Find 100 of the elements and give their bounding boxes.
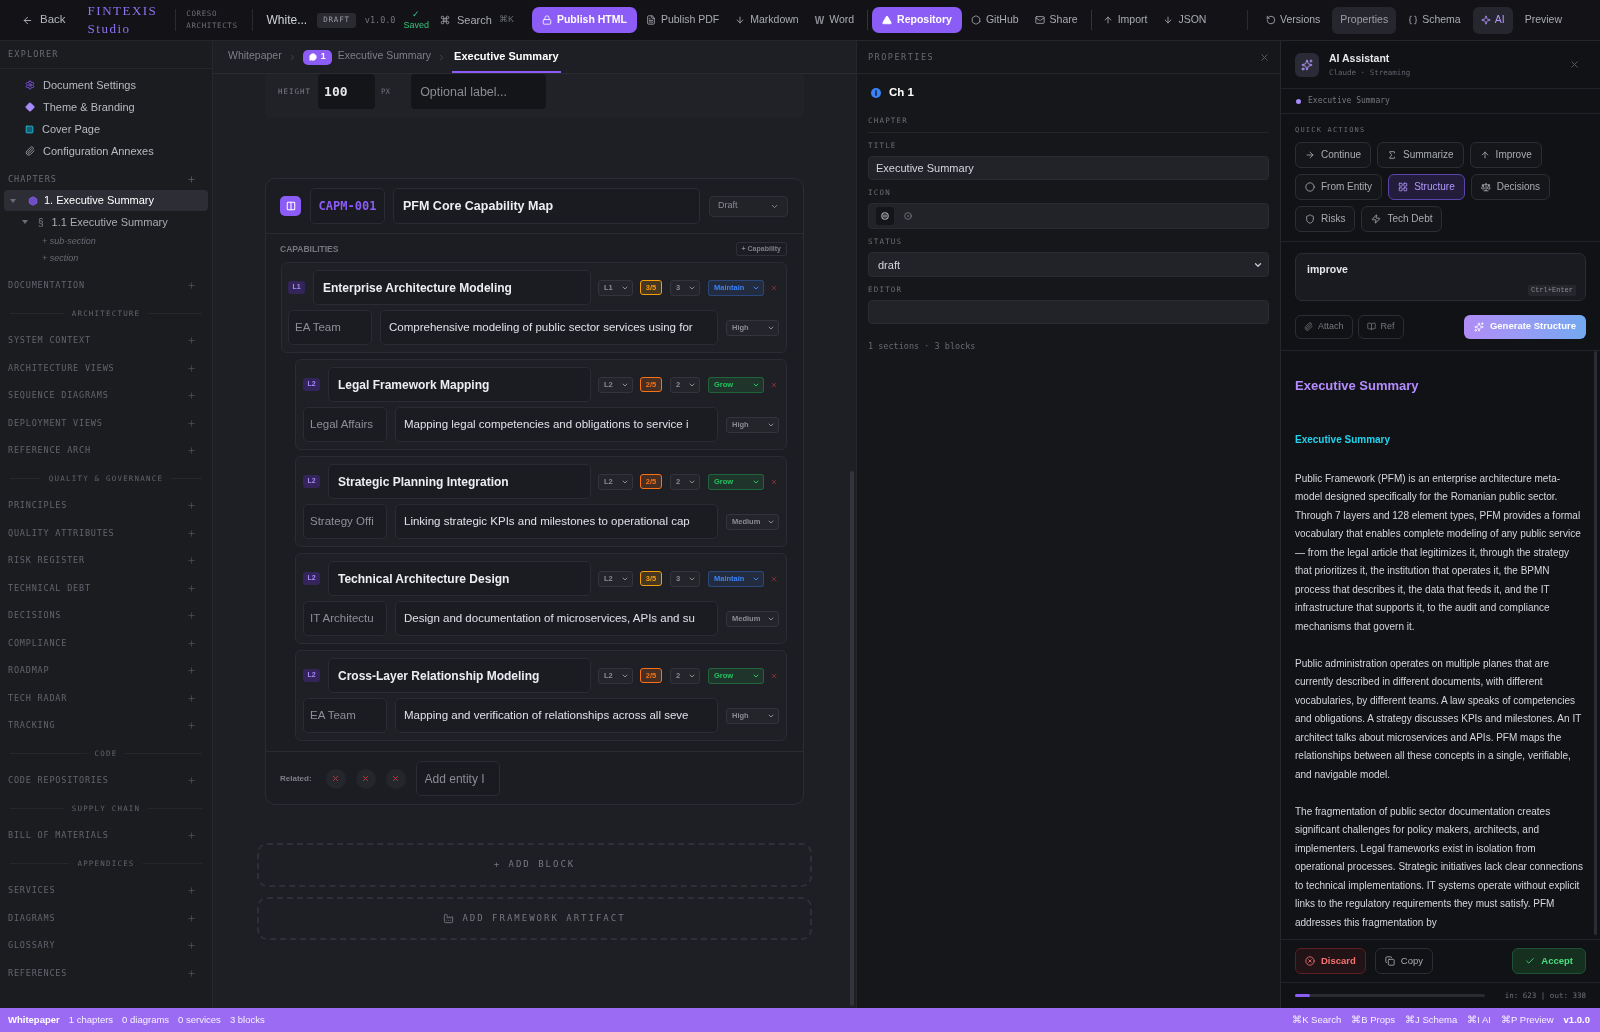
category-label[interactable]: SEQUENCE DIAGRAMS <box>8 389 109 403</box>
owner-field[interactable]: Strategy Offi <box>303 504 387 539</box>
category-label[interactable]: ROADMAP <box>8 664 50 678</box>
add-artifact-button[interactable]: ADD FRAMEWORK ARTIFACT <box>257 897 812 940</box>
category-label[interactable]: DIAGRAMS <box>8 911 56 925</box>
category-label[interactable]: DEPLOYMENT VIEWS <box>8 416 103 430</box>
status-select[interactable]: Draft <box>709 195 788 217</box>
plus-icon[interactable] <box>187 611 196 621</box>
attach-button[interactable]: Attach <box>1295 314 1353 339</box>
close-icon[interactable] <box>1259 51 1270 63</box>
shortcut-button[interactable]: ⌘I AI <box>1467 1012 1491 1028</box>
caret-down-icon[interactable] <box>10 197 16 204</box>
explorer-item[interactable]: Cover Page <box>0 118 212 140</box>
plus-icon[interactable] <box>187 721 196 731</box>
plus-icon[interactable] <box>187 336 196 346</box>
category-label[interactable]: TECH RADAR <box>8 691 68 705</box>
quick-action-chip[interactable]: Risks <box>1295 205 1356 232</box>
capability-name-field[interactable]: Strategic Planning Integration <box>328 464 591 499</box>
owner-field[interactable]: EA Team <box>303 698 387 733</box>
plus-icon[interactable] <box>187 363 196 373</box>
explorer-item[interactable]: Theme & Branding <box>0 96 212 118</box>
explorer-item[interactable]: Configuration Annexes <box>0 140 212 162</box>
plus-icon[interactable] <box>187 638 196 648</box>
description-field[interactable]: Design and documentation of microservices, APIs and su <box>395 601 718 636</box>
search-button[interactable]: Search ⌘K <box>438 7 516 33</box>
quick-action-chip[interactable]: Improve <box>1469 141 1542 168</box>
panel-toggle[interactable]: Versions <box>1258 6 1329 34</box>
description-field[interactable]: Comprehensive modeling of public sector services using for <box>380 310 718 345</box>
back-button[interactable]: Back <box>16 7 72 33</box>
shortcut-button[interactable]: ⌘K Search <box>1292 1012 1342 1028</box>
caret-down-icon[interactable] <box>22 219 28 225</box>
quick-action-chip[interactable]: Structure <box>1388 173 1465 200</box>
copy-button[interactable]: Copy <box>1374 948 1434 974</box>
height-input[interactable]: 100 <box>318 74 376 109</box>
plus-icon[interactable] <box>187 886 196 896</box>
status-select[interactable]: draft <box>868 252 1269 278</box>
plus-icon[interactable] <box>187 528 196 538</box>
remove-x-icon[interactable] <box>355 768 376 789</box>
owner-field[interactable]: Legal Affairs <box>303 407 387 442</box>
shortcut-button[interactable]: ⌘B Props <box>1351 1012 1395 1028</box>
toolbar-button[interactable]: Share <box>1027 7 1085 33</box>
shortcut-button[interactable]: ⌘P Preview <box>1501 1012 1554 1028</box>
plus-icon[interactable] <box>187 666 196 676</box>
plus-icon[interactable] <box>187 693 196 703</box>
plus-icon[interactable] <box>187 968 196 978</box>
discard-button[interactable]: Discard <box>1295 948 1366 974</box>
category-label[interactable]: PRINCIPLES <box>8 499 68 513</box>
quick-action-chip[interactable]: Decisions <box>1470 173 1551 200</box>
plus-icon[interactable] <box>187 446 196 456</box>
add-link[interactable]: + section <box>0 250 79 267</box>
capability-name-field[interactable]: Enterprise Architecture Modeling <box>313 270 591 305</box>
owner-field[interactable]: IT Architectu <box>303 601 387 636</box>
quick-action-chip[interactable]: From Entity <box>1295 173 1383 200</box>
icon-picker-field[interactable] <box>868 203 1269 230</box>
caption-input[interactable]: Optional label... <box>411 74 547 109</box>
category-label[interactable]: REFERENCE ARCH <box>8 444 91 458</box>
plus-icon[interactable] <box>187 556 196 566</box>
add-link[interactable]: + sub-section <box>0 233 96 250</box>
category-label[interactable]: SYSTEM CONTEXT <box>8 334 91 348</box>
remove-icon[interactable] <box>770 283 778 292</box>
category-label[interactable]: TRACKING <box>8 719 56 733</box>
description-field[interactable]: Mapping legal competencies and obligations to service i <box>395 407 718 442</box>
plus-icon[interactable] <box>187 913 196 923</box>
add-entity-input[interactable]: Add entity I <box>415 761 500 796</box>
quick-action-chip[interactable]: Tech Debt <box>1361 205 1443 232</box>
category-label[interactable]: DOCUMENTATION <box>8 279 85 293</box>
category-label[interactable]: BILL OF MATERIALS <box>8 829 109 843</box>
toolbar-button[interactable]: Repository <box>872 7 962 33</box>
remove-x-icon[interactable] <box>325 768 346 789</box>
section-item[interactable]: § 1.1 Executive Summary <box>0 211 212 233</box>
remove-icon[interactable] <box>770 671 778 680</box>
quick-action-chip[interactable]: Summarize <box>1377 141 1464 168</box>
capability-name-field[interactable]: Technical Architecture Design <box>328 561 591 596</box>
description-field[interactable]: Linking strategic KPIs and milestones to operational cap <box>395 504 718 539</box>
panel-toggle[interactable]: Preview <box>1516 6 1570 34</box>
category-label[interactable]: ARCHITECTURE VIEWS <box>8 361 115 375</box>
toolbar-button[interactable]: Markdown <box>728 7 806 33</box>
capability-name-field[interactable]: Legal Framework Mapping <box>328 367 591 402</box>
toolbar-button[interactable]: Import <box>1095 7 1155 33</box>
toolbar-button[interactable]: Publish HTML <box>531 7 637 33</box>
shortcut-button[interactable]: ⌘J Schema <box>1405 1012 1458 1028</box>
description-field[interactable]: Mapping and verification of relationships across all seve <box>395 698 718 733</box>
plus-icon[interactable] <box>187 174 196 184</box>
breadcrumb-item[interactable]: Executive Summary <box>337 41 432 73</box>
category-label[interactable]: CODE REPOSITORIES <box>8 774 109 788</box>
explorer-item[interactable]: Document Settings <box>0 74 212 96</box>
toolbar-button[interactable]: Publish PDF <box>638 7 727 33</box>
category-label[interactable]: SERVICES <box>8 884 56 898</box>
id-field[interactable]: CAPM-001 <box>310 188 385 224</box>
plus-icon[interactable] <box>187 418 196 428</box>
title-field[interactable]: PFM Core Capability Map <box>393 188 700 224</box>
close-icon[interactable] <box>1569 59 1580 70</box>
accept-button[interactable]: Accept <box>1512 948 1586 974</box>
text-input[interactable]: Executive Summary <box>868 156 1269 181</box>
owner-field[interactable]: EA Team <box>288 310 372 345</box>
category-label[interactable]: DECISIONS <box>8 609 62 623</box>
remove-icon[interactable] <box>770 380 778 389</box>
category-label[interactable]: QUALITY ATTRIBUTES <box>8 526 115 540</box>
chapter-item[interactable]: 1. Executive Summary <box>4 190 208 211</box>
quick-action-chip[interactable]: Continue <box>1295 141 1372 168</box>
